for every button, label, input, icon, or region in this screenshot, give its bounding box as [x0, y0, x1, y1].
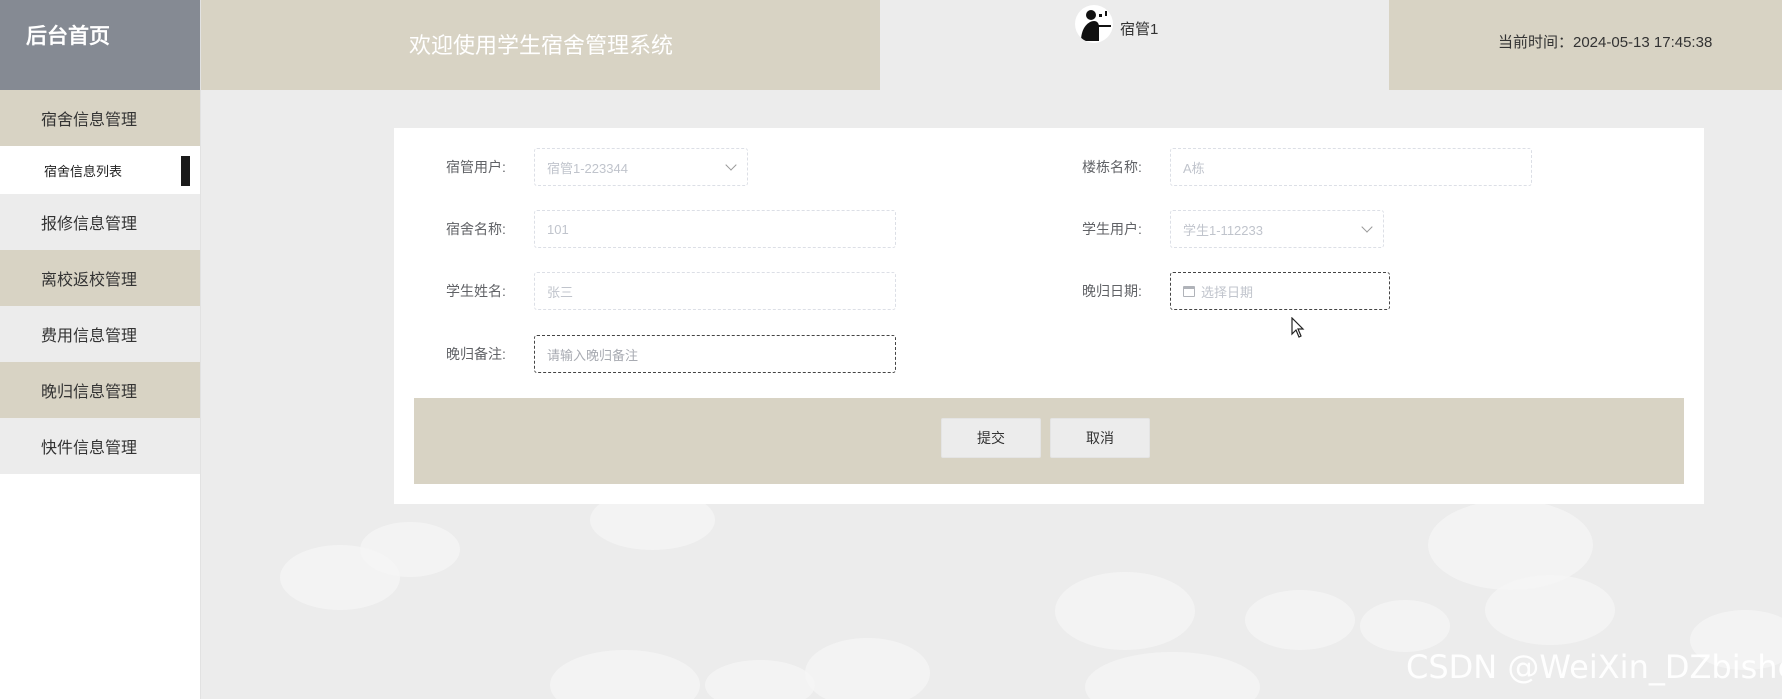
welcome-title: 欢迎使用学生宿舍管理系统 [201, 0, 880, 90]
sidebar-item-late-return[interactable]: 晚归信息管理 [0, 362, 200, 418]
user-avatar-icon [1076, 6, 1112, 42]
student-user-select[interactable]: 学生1-112233 [1170, 210, 1384, 248]
student-name-label: 学生姓名: [446, 283, 506, 299]
submit-button[interactable]: 提交 [941, 418, 1041, 458]
avatar[interactable] [1075, 5, 1113, 43]
student-user-label: 学生用户: [1082, 221, 1142, 237]
dorm-manager-select[interactable]: 宿管1-223344 [534, 148, 748, 186]
building-input[interactable]: A栋 [1170, 148, 1532, 186]
sidebar-item-dorm-info[interactable]: 宿舍信息管理 [0, 90, 200, 146]
form-row-dorm-name: 宿舍名称: 101 [394, 210, 896, 248]
dorm-name-value: 101 [547, 221, 569, 237]
form-row-building: 楼栋名称: A栋 [1082, 148, 1532, 186]
student-name-input[interactable]: 张三 [534, 272, 896, 310]
user-panel: 宿管1 [880, 0, 1389, 90]
late-note-input[interactable]: 请输入晚归备注 [534, 335, 896, 373]
form-row-student-name: 学生姓名: 张三 [394, 272, 896, 310]
sidebar-subitem-dorm-info-list[interactable]: 宿舍信息列表 [0, 146, 200, 194]
calendar-icon [1183, 285, 1195, 297]
chevron-down-icon [1361, 221, 1373, 233]
building-value: A栋 [1183, 160, 1205, 176]
dorm-manager-label: 宿管用户: [446, 159, 506, 175]
student-user-value: 学生1-112233 [1183, 222, 1263, 238]
dorm-name-input[interactable]: 101 [534, 210, 896, 248]
cancel-button[interactable]: 取消 [1050, 418, 1150, 458]
active-indicator [181, 156, 190, 186]
form-row-student-user: 学生用户: 学生1-112233 [1082, 210, 1384, 248]
form-row-late-date: 晚归日期: 选择日期 [1082, 272, 1390, 310]
top-header: 欢迎使用学生宿舍管理系统 宿管1 当前时间：2024-05-13 17:45:3… [201, 0, 1782, 90]
watermark-text: CSDN @WeiXin_DZbishe [1406, 648, 1782, 686]
sidebar-home-link[interactable]: 后台首页 [0, 0, 200, 90]
username-label[interactable]: 宿管1 [1120, 18, 1158, 39]
edit-form-card: 宿管用户: 宿管1-223344 楼栋名称: A栋 宿舍名称: 101 学生用户… [394, 128, 1704, 504]
sidebar-item-fee-info[interactable]: 费用信息管理 [0, 306, 200, 362]
late-note-placeholder: 请输入晚归备注 [547, 347, 639, 363]
form-row-dorm-manager: 宿管用户: 宿管1-223344 [394, 148, 748, 186]
current-time: 当前时间：2024-05-13 17:45:38 [1389, 0, 1782, 90]
late-note-label: 晚归备注: [446, 346, 506, 362]
chevron-down-icon [725, 159, 737, 171]
building-label: 楼栋名称: [1082, 159, 1142, 175]
mouse-cursor-icon [1291, 317, 1305, 338]
dorm-manager-value: 宿管1-223344 [547, 160, 628, 176]
late-date-placeholder: 选择日期 [1201, 284, 1254, 300]
dorm-name-label: 宿舍名称: [446, 221, 506, 237]
late-date-label: 晚归日期: [1082, 283, 1142, 299]
sidebar-item-express-info[interactable]: 快件信息管理 [0, 418, 200, 474]
student-name-value: 张三 [547, 284, 574, 300]
form-action-bar: 提交 取消 [414, 398, 1684, 484]
sidebar-subitem-label: 宿舍信息列表 [44, 163, 123, 179]
sidebar-item-repair-info[interactable]: 报修信息管理 [0, 194, 200, 250]
form-row-late-note: 晚归备注: 请输入晚归备注 [394, 335, 896, 373]
sidebar-item-leave-return[interactable]: 离校返校管理 [0, 250, 200, 306]
sidebar: 后台首页 宿舍信息管理 宿舍信息列表 报修信息管理 离校返校管理 费用信息管理 … [0, 0, 201, 699]
late-date-picker[interactable]: 选择日期 [1170, 272, 1390, 310]
